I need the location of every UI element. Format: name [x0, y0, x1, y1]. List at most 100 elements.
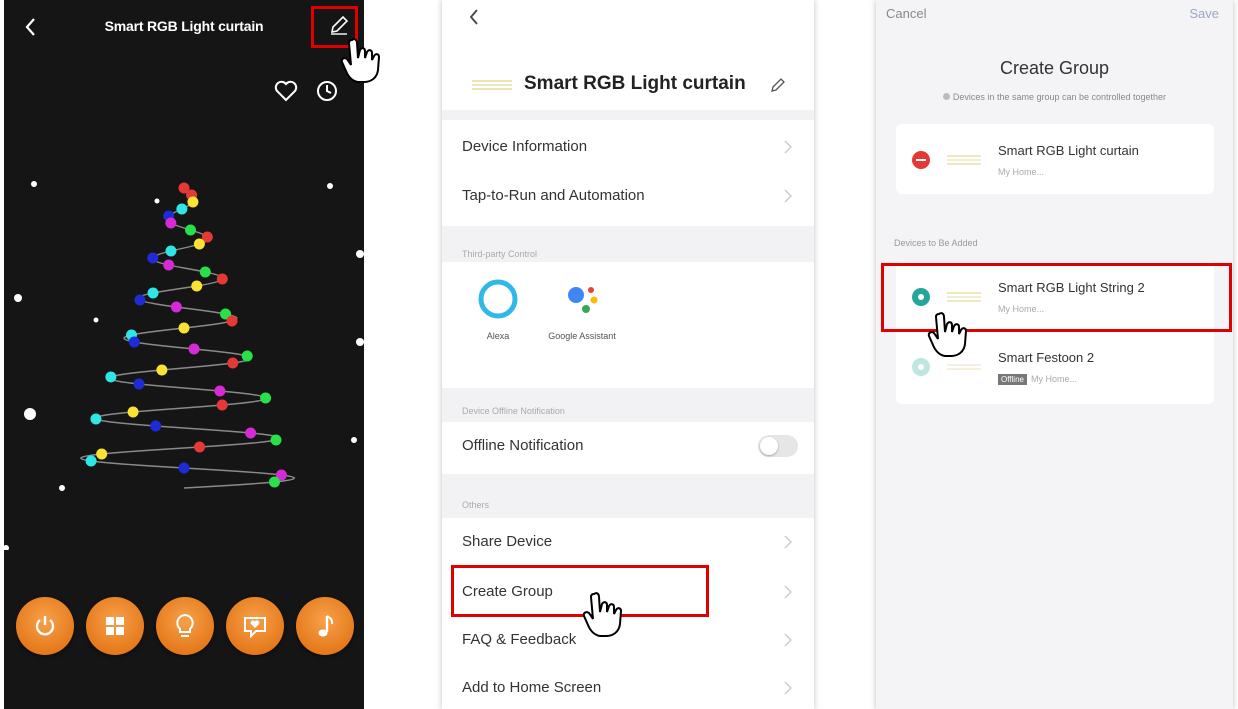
section-title: Devices to Be Added — [894, 238, 978, 248]
clock-icon[interactable] — [315, 79, 339, 103]
tree-bulb — [216, 399, 228, 411]
subtitle-text: Devices in the same group can be control… — [952, 92, 1167, 102]
heart-chat-icon — [244, 617, 266, 639]
control-button-row — [14, 597, 354, 657]
tree-bulb — [260, 392, 272, 404]
device-information-row[interactable]: Device Information — [442, 123, 814, 171]
add-to-home-screen-row[interactable]: Add to Home Screen — [442, 664, 814, 709]
section-header: Others — [442, 474, 814, 518]
snow-dot — [59, 485, 65, 491]
snow-dot — [154, 198, 160, 204]
power-button[interactable] — [16, 597, 74, 655]
tree-bulb — [270, 434, 282, 446]
tree-bulb — [199, 266, 211, 278]
snow-dot — [14, 294, 22, 302]
device-name: Smart RGB Light curtain — [524, 73, 746, 94]
google-assistant-item[interactable]: Google Assistant — [542, 278, 622, 342]
snow-dot — [351, 437, 357, 443]
chevron-right-icon — [784, 535, 792, 549]
tree-bulb — [241, 350, 253, 362]
tree-bulb — [188, 343, 200, 355]
save-button[interactable]: Save — [1189, 6, 1219, 21]
page-subtitle: Devices in the same group can be control… — [876, 92, 1233, 102]
row-label: Add to Home Screen — [462, 679, 602, 696]
section-title: Third-party Control — [462, 249, 538, 259]
tree-bulb — [156, 364, 168, 376]
tree-bulb — [214, 385, 226, 397]
tree-bulb — [150, 420, 162, 432]
hand-cursor-icon — [340, 38, 381, 83]
section-header: Device Offline Notification — [442, 388, 814, 422]
device-control-screen: Smart RGB Light curtain — [4, 0, 364, 709]
google-assistant-label: Google Assistant — [548, 331, 616, 341]
top-bar: Smart RGB Light curtain — [4, 0, 364, 56]
tree-bulb — [245, 427, 257, 439]
tree-bulb — [176, 203, 188, 215]
back-icon[interactable] — [466, 6, 482, 28]
tree-bulb — [127, 406, 139, 418]
snow-dot — [356, 250, 364, 258]
grid-icon — [106, 617, 124, 635]
tree-bulb — [165, 217, 177, 229]
chevron-right-icon — [784, 189, 792, 203]
chevron-right-icon — [784, 633, 792, 647]
snow-dot — [327, 183, 333, 189]
music-button[interactable] — [296, 597, 354, 655]
google-assistant-icon — [568, 287, 598, 313]
row-label: Tap-to-Run and Automation — [462, 187, 645, 204]
tree-bulb — [96, 448, 108, 460]
tree-bulb — [133, 378, 145, 390]
light-curtain-thumbnail-icon — [472, 80, 512, 90]
scenes-button[interactable] — [86, 597, 144, 655]
tree-bulb — [178, 462, 190, 474]
mode-button[interactable] — [226, 597, 284, 655]
tree-bulb — [193, 238, 205, 250]
christmas-tree-animation — [4, 181, 364, 550]
chevron-right-icon — [784, 585, 792, 599]
tree-bulb — [170, 301, 182, 313]
alexa-label: Alexa — [486, 331, 510, 341]
back-icon[interactable] — [20, 14, 42, 40]
cancel-button[interactable]: Cancel — [886, 6, 926, 21]
remove-icon[interactable] — [912, 151, 930, 169]
tree-bulb — [85, 455, 97, 467]
device-home-line: Offline My Home... — [998, 374, 1077, 385]
power-icon — [35, 616, 55, 636]
device-title: Smart RGB Light curtain — [104, 18, 264, 34]
tree-bulb — [90, 413, 102, 425]
row-label: Device Information — [462, 138, 588, 155]
device-name: Smart Festoon 2 — [998, 350, 1095, 365]
tree-bulb — [128, 336, 140, 348]
tap-to-run-row[interactable]: Tap-to-Run and Automation — [442, 172, 814, 220]
device-home: My Home... — [998, 167, 1045, 177]
festoon-thumbnail-icon — [947, 364, 981, 370]
offline-badge: Offline — [998, 374, 1027, 385]
device-name: Smart RGB Light curtain — [998, 143, 1139, 158]
section-title: Device Offline Notification — [462, 406, 565, 416]
pencil-icon[interactable] — [769, 76, 787, 94]
alexa-icon — [478, 279, 518, 319]
chevron-right-icon — [784, 140, 792, 154]
tree-bulb — [194, 441, 206, 453]
tree-bulb — [165, 245, 177, 257]
section-title: Others — [462, 500, 490, 510]
light-button[interactable] — [156, 597, 214, 655]
section-header: Third-party Control — [442, 226, 814, 262]
divider — [442, 110, 814, 120]
add-icon[interactable] — [912, 358, 930, 376]
offline-notification-row: Offline Notification — [442, 422, 814, 470]
tree-bulb — [178, 322, 190, 334]
share-device-row[interactable]: Share Device — [442, 518, 814, 566]
alexa-item[interactable]: Alexa — [458, 278, 538, 342]
row-label: Offline Notification — [462, 437, 584, 454]
info-icon — [942, 93, 950, 100]
group-devices-card: Smart RGB Light curtain My Home... — [896, 124, 1214, 194]
chevron-right-icon — [784, 681, 792, 695]
tree-bulb — [268, 476, 280, 488]
tree-bulb — [147, 287, 159, 299]
offline-notification-toggle[interactable] — [758, 435, 798, 457]
row-label: FAQ & Feedback — [462, 631, 577, 648]
hand-cursor-icon — [582, 592, 623, 637]
tree-bulb — [105, 371, 117, 383]
heart-icon[interactable] — [274, 80, 298, 102]
